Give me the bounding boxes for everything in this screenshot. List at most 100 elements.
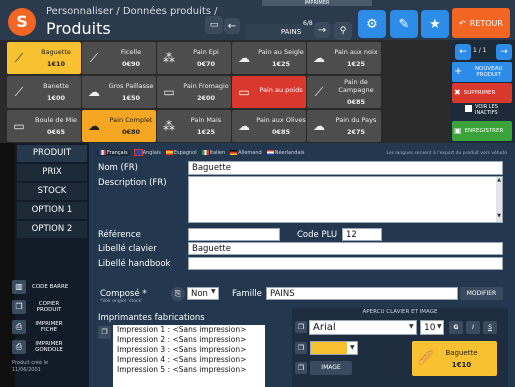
product-tile[interactable]: ☁ Pain aux Olives 0€85	[232, 110, 306, 142]
compose-info-icon[interactable]: ⎘	[171, 287, 185, 301]
product-name: Pain aux Olives	[256, 116, 306, 124]
sidebar-item-option-2[interactable]: OPTION 2	[17, 221, 87, 238]
product-tile[interactable]: ⁂ Pain Mais 1€25	[157, 110, 231, 142]
bread-icon: ☁	[88, 119, 100, 133]
print-gondola-button[interactable]: ⎙ IMPRIMER GONDOLE	[12, 339, 80, 355]
settings-button[interactable]: ⚙	[358, 10, 386, 38]
lang-tab-nl[interactable]: Néerlandais	[266, 150, 305, 156]
handbook-label: Libellé handbook	[98, 259, 171, 269]
lang-es-label: Espagnol	[173, 150, 197, 156]
sidebar-item-produit[interactable]: PRODUIT	[17, 145, 87, 162]
product-price: 1€25	[271, 60, 291, 68]
preview-name: Baguette	[445, 348, 478, 357]
product-price: 0€65	[46, 128, 66, 136]
lang-fr-label: Français	[107, 150, 128, 156]
lang-tab-es[interactable]: Espagnol	[165, 150, 197, 156]
product-name: Pain Mais	[190, 116, 222, 124]
color-swatch	[311, 342, 347, 354]
impression-item[interactable]: Impression 5 : <Sans impression>	[117, 365, 265, 375]
folder-button[interactable]: ▭	[205, 16, 223, 34]
product-name: Pain aux noix	[334, 48, 378, 56]
lang-tab-fr[interactable]: Français	[97, 150, 130, 156]
clavier-input[interactable]: Baguette	[188, 242, 503, 255]
italic-button[interactable]: I	[466, 321, 480, 334]
description-scrollbar[interactable]: ▲ ▼	[496, 177, 502, 222]
inactive-checkbox[interactable]	[465, 105, 472, 112]
imprimantes-label: Imprimantes fabrications	[98, 313, 205, 323]
lang-tab-it[interactable]: Italien	[201, 150, 225, 156]
lang-en-label: Anglais	[142, 150, 161, 156]
chevron-down-icon: ▼	[437, 323, 442, 330]
lang-tab-en[interactable]: Anglais	[133, 149, 161, 156]
product-tile[interactable]: ⟋ Pain de Campagne 0€85	[307, 76, 381, 108]
impressions-list[interactable]: Impression 1 : <Sans impression> Impress…	[113, 325, 265, 387]
bread-icon: ☁	[238, 119, 250, 133]
font-select[interactable]: Arial	[309, 320, 417, 335]
plu-input[interactable]: 12	[342, 228, 382, 241]
lang-tab-de[interactable]: Allemand	[230, 150, 262, 156]
product-tile[interactable]: ☁ Pain Complet 0€80	[82, 110, 156, 142]
product-tile[interactable]: ☁ Pain du Pays 2€75	[307, 110, 381, 142]
save-icon: ▣	[454, 126, 462, 135]
product-name: Pain au poids	[259, 86, 303, 94]
plus-icon: +	[454, 66, 463, 77]
product-tile[interactable]: ⟋ Banette 1€00	[7, 76, 81, 108]
product-price: 1€50	[121, 94, 141, 102]
new-product-label: NOUVEAU PRODUIT	[474, 66, 503, 78]
product-name: Baguette	[41, 48, 71, 56]
impression-item[interactable]: Impression 2 : <Sans impression>	[117, 335, 265, 345]
delete-label: SUPPRIMER	[463, 90, 496, 96]
nom-input[interactable]: Baguette	[188, 161, 503, 175]
next-family-button[interactable]: →	[314, 22, 330, 38]
edit-button[interactable]: ✎	[390, 10, 418, 38]
underline-button[interactable]: S	[483, 321, 497, 334]
new-product-button[interactable]: + NOUVEAU PRODUIT	[452, 62, 512, 82]
impression-item[interactable]: Impression 4 : <Sans impression>	[117, 355, 265, 365]
delete-button[interactable]: ✖ SUPPRIMER	[452, 83, 512, 103]
compose-label: Composé *	[100, 289, 147, 299]
search-icon: ⚲	[339, 26, 347, 36]
product-name: Boule de Mie	[34, 116, 78, 124]
description-textarea[interactable]	[188, 176, 503, 223]
product-tile[interactable]: ▭ Pain au poids	[232, 76, 306, 108]
product-tile[interactable]: ⟋ Baguette 1€10	[7, 42, 81, 74]
product-tile[interactable]: ▭ Pain Fromagio 2€00	[157, 76, 231, 108]
product-tile[interactable]: ⁂ Pain Epi 0€70	[157, 42, 231, 74]
page-prev-button[interactable]: ←	[455, 44, 471, 60]
sidebar-item-prix[interactable]: PRIX	[17, 164, 87, 181]
bread-icon: ☁	[238, 51, 250, 65]
search-button[interactable]: ⚲	[334, 22, 352, 40]
print-sheet-button[interactable]: ⎙ IMPRIMER FICHE	[12, 319, 80, 335]
reference-input[interactable]	[188, 228, 280, 241]
copy-icon[interactable]: ❐	[98, 326, 111, 339]
favorite-button[interactable]: ★	[421, 10, 449, 38]
baguette-icon: ⟋	[14, 85, 24, 99]
product-tile[interactable]: ☁ Gros Paillasse 1€50	[82, 76, 156, 108]
sidebar-item-option-1[interactable]: OPTION 1	[17, 202, 87, 219]
page-next-button[interactable]: →	[496, 44, 512, 60]
pencil-icon: ✎	[398, 16, 410, 32]
product-tile[interactable]: ☁ Pain aux noix 1€25	[307, 42, 381, 74]
prev-family-button[interactable]: ←	[224, 18, 240, 34]
bold-button[interactable]: G	[449, 321, 463, 334]
barcode-button[interactable]: ▥ CODE BARRE	[12, 279, 80, 295]
impression-item[interactable]: Impression 3 : <Sans impression>	[117, 345, 265, 355]
arrow-right-icon: →	[500, 47, 508, 57]
product-tile[interactable]: ▭ Boule de Mie 0€65	[7, 110, 81, 142]
save-button[interactable]: ▣ ENREGISTRER	[452, 121, 512, 141]
modifier-button[interactable]: MODIFIER	[460, 287, 503, 300]
preview-price: 1€10	[451, 360, 472, 369]
product-tile[interactable]: ☁ Pain au Seigle 1€25	[232, 42, 306, 74]
sidebar-item-stock[interactable]: STOCK	[17, 183, 87, 200]
copy-product-button[interactable]: ❐ COPIER PRODUIT	[12, 299, 80, 315]
impression-item[interactable]: Impression 1 : <Sans impression>	[117, 325, 265, 335]
retour-button[interactable]: ↶ RETOUR	[452, 8, 510, 38]
print-gondola-label: IMPRIMER GONDOLE	[35, 341, 63, 353]
handbook-input[interactable]	[188, 257, 503, 270]
preview-tile: 🥖 Baguette 1€10	[412, 341, 497, 376]
flag-nl-icon	[266, 150, 274, 155]
flag-uk-icon	[133, 149, 143, 156]
bread-icon: ☁	[88, 85, 100, 99]
image-button[interactable]: IMAGE	[310, 361, 352, 375]
product-tile[interactable]: ⟋ Ficelle 0€90	[82, 42, 156, 74]
